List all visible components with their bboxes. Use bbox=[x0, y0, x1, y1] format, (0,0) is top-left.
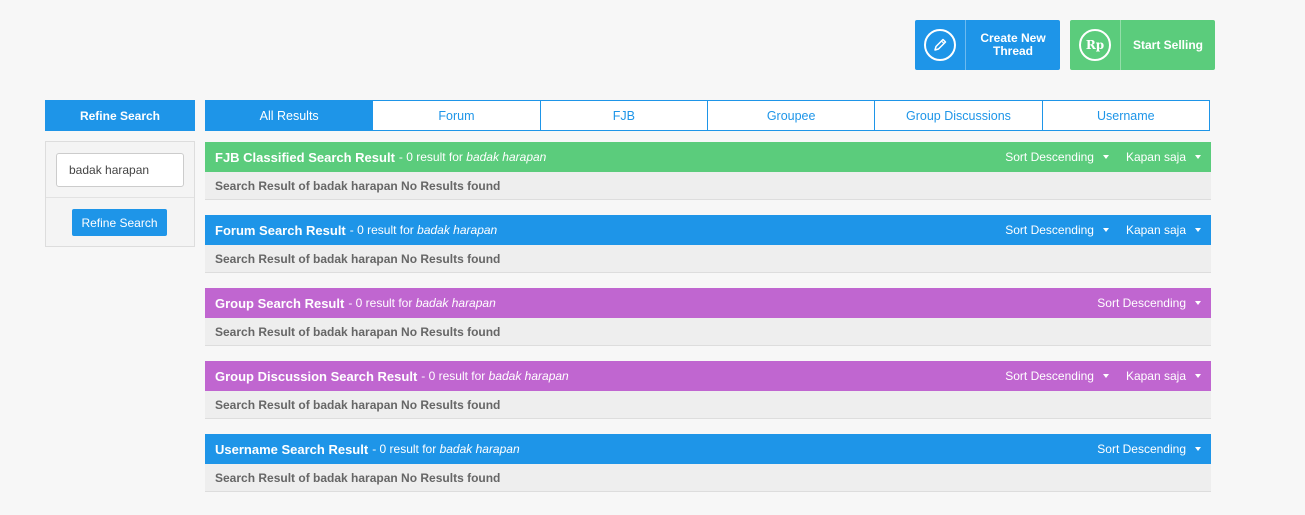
section-header: FJB Classified Search Result - 0 result … bbox=[205, 142, 1211, 172]
section-title: Group Discussion Search Result bbox=[215, 368, 418, 384]
caret-down-icon bbox=[1102, 155, 1109, 159]
caret-down-icon bbox=[1195, 155, 1201, 159]
start-selling-label: Start Selling bbox=[1132, 37, 1203, 52]
refine-search-title: Refine Search bbox=[45, 100, 195, 131]
group-discussion-result-section: Group Discussion Search Result - 0 resul… bbox=[205, 361, 1211, 419]
tab-all-results[interactable]: All Results bbox=[206, 101, 374, 130]
time-dropdown[interactable]: Kapan saja bbox=[1126, 369, 1201, 383]
time-dropdown[interactable]: Kapan saja bbox=[1126, 150, 1201, 164]
caret-down-icon bbox=[1195, 447, 1201, 451]
result-count: - 0 result for badak harapan bbox=[372, 442, 520, 456]
section-header: Group Search Result - 0 result for badak… bbox=[205, 288, 1211, 318]
tab-forum[interactable]: Forum bbox=[373, 101, 541, 130]
tab-username[interactable]: Username bbox=[1043, 101, 1209, 130]
caret-down-icon bbox=[1195, 228, 1201, 232]
section-body: Search Result of badak harapan No Result… bbox=[205, 172, 1211, 200]
sort-dropdown[interactable]: Sort Descending bbox=[1005, 150, 1109, 164]
section-body: Search Result of badak harapan No Result… bbox=[205, 245, 1211, 273]
section-body: Search Result of badak harapan No Result… bbox=[205, 318, 1211, 346]
time-dropdown[interactable]: Kapan saja bbox=[1126, 223, 1201, 237]
tab-group-discussions[interactable]: Group Discussions bbox=[875, 101, 1043, 130]
section-body: Search Result of badak harapan No Result… bbox=[205, 391, 1211, 419]
rupiah-icon: Rp bbox=[1070, 20, 1121, 70]
pencil-icon bbox=[915, 20, 966, 70]
result-count: - 0 result for badak harapan bbox=[421, 369, 569, 383]
section-header: Forum Search Result - 0 result for badak… bbox=[205, 215, 1211, 245]
section-title: Forum Search Result bbox=[215, 222, 346, 238]
result-count: - 0 result for badak harapan bbox=[398, 150, 547, 164]
create-new-thread-button[interactable]: Create New Thread bbox=[915, 20, 1060, 70]
section-header: Group Discussion Search Result - 0 resul… bbox=[205, 361, 1211, 391]
section-title: Group Search Result bbox=[215, 295, 345, 311]
search-input[interactable]: badak harapan bbox=[56, 153, 184, 187]
refine-search-button[interactable]: Refine Search bbox=[72, 209, 167, 236]
fjb-result-section: FJB Classified Search Result - 0 result … bbox=[205, 142, 1211, 200]
username-result-section: Username Search Result - 0 result for ba… bbox=[205, 434, 1211, 492]
caret-down-icon bbox=[1102, 228, 1109, 232]
group-result-section: Group Search Result - 0 result for badak… bbox=[205, 288, 1211, 346]
result-count: - 0 result for badak harapan bbox=[349, 223, 498, 237]
tab-groupee[interactable]: Groupee bbox=[708, 101, 876, 130]
section-title: FJB Classified Search Result bbox=[215, 149, 395, 165]
tab-fjb[interactable]: FJB bbox=[541, 101, 708, 130]
section-header: Username Search Result - 0 result for ba… bbox=[205, 434, 1211, 464]
sort-dropdown[interactable]: Sort Descending bbox=[1005, 369, 1109, 383]
result-tabs: All Results Forum FJB Groupee Group Disc… bbox=[205, 100, 1210, 131]
start-selling-button[interactable]: Rp Start Selling bbox=[1070, 20, 1215, 70]
divider bbox=[46, 197, 194, 198]
section-body: Search Result of badak harapan No Result… bbox=[205, 464, 1211, 492]
create-new-thread-label: Create New Thread bbox=[980, 31, 1046, 58]
sort-dropdown[interactable]: Sort Descending bbox=[1097, 296, 1201, 310]
result-count: - 0 result for badak harapan bbox=[348, 296, 496, 310]
sort-dropdown[interactable]: Sort Descending bbox=[1005, 223, 1109, 237]
caret-down-icon bbox=[1195, 301, 1201, 305]
refine-search-panel: badak harapan Refine Search bbox=[45, 141, 195, 247]
caret-down-icon bbox=[1195, 374, 1201, 378]
caret-down-icon bbox=[1102, 374, 1109, 378]
forum-result-section: Forum Search Result - 0 result for badak… bbox=[205, 215, 1211, 273]
section-title: Username Search Result bbox=[215, 441, 369, 457]
sort-dropdown[interactable]: Sort Descending bbox=[1097, 442, 1201, 456]
